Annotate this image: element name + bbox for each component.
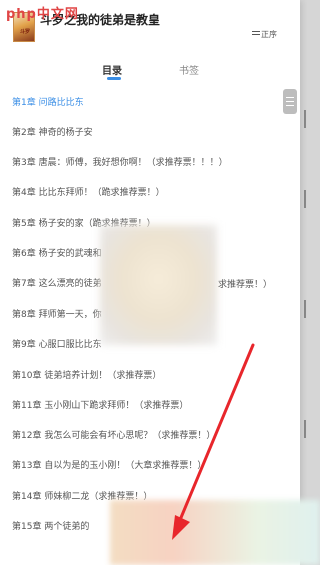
- watermark-logo: php中文网: [6, 7, 79, 22]
- red-arrow-annotation: [172, 343, 255, 540]
- arrow-shaft: [178, 343, 255, 522]
- arrow-head: [172, 515, 190, 540]
